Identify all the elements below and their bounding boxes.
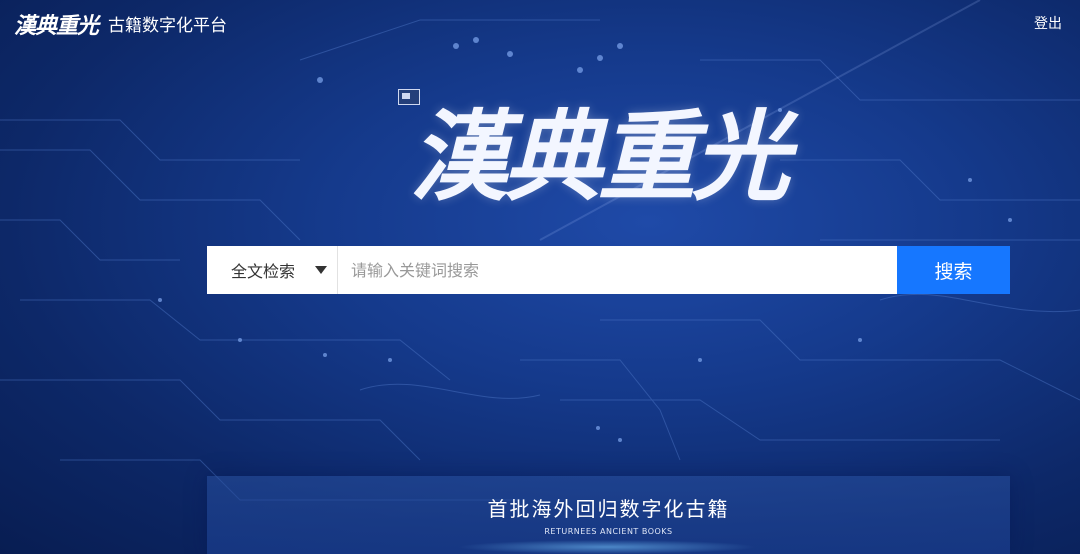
logout-link[interactable]: 登出 bbox=[1034, 13, 1062, 33]
search-input[interactable] bbox=[339, 246, 897, 294]
platform-name: 古籍数字化平台 bbox=[108, 16, 227, 36]
banner-glow bbox=[457, 540, 757, 554]
search-scope-dropdown[interactable]: 全文检索 bbox=[207, 246, 338, 294]
site-logo[interactable]: 漢典重光 bbox=[14, 8, 99, 40]
chevron-down-icon bbox=[315, 266, 327, 274]
banner-title: 首批海外回归数字化古籍 bbox=[487, 497, 730, 521]
top-navigation-bar: 漢典重光 古籍数字化平台 登出 bbox=[0, 0, 1080, 44]
banner-subtitle: RETURNEES ANCIENT BOOKS bbox=[544, 527, 673, 536]
search-button[interactable]: 搜索 bbox=[897, 246, 1010, 294]
search-scope-label: 全文检索 bbox=[231, 262, 296, 281]
search-bar: 全文检索 搜索 bbox=[207, 246, 1010, 294]
featured-banner[interactable]: 首批海外回归数字化古籍 RETURNEES ANCIENT BOOKS bbox=[207, 476, 1010, 554]
hero-title: 漢典重光 bbox=[410, 100, 790, 215]
